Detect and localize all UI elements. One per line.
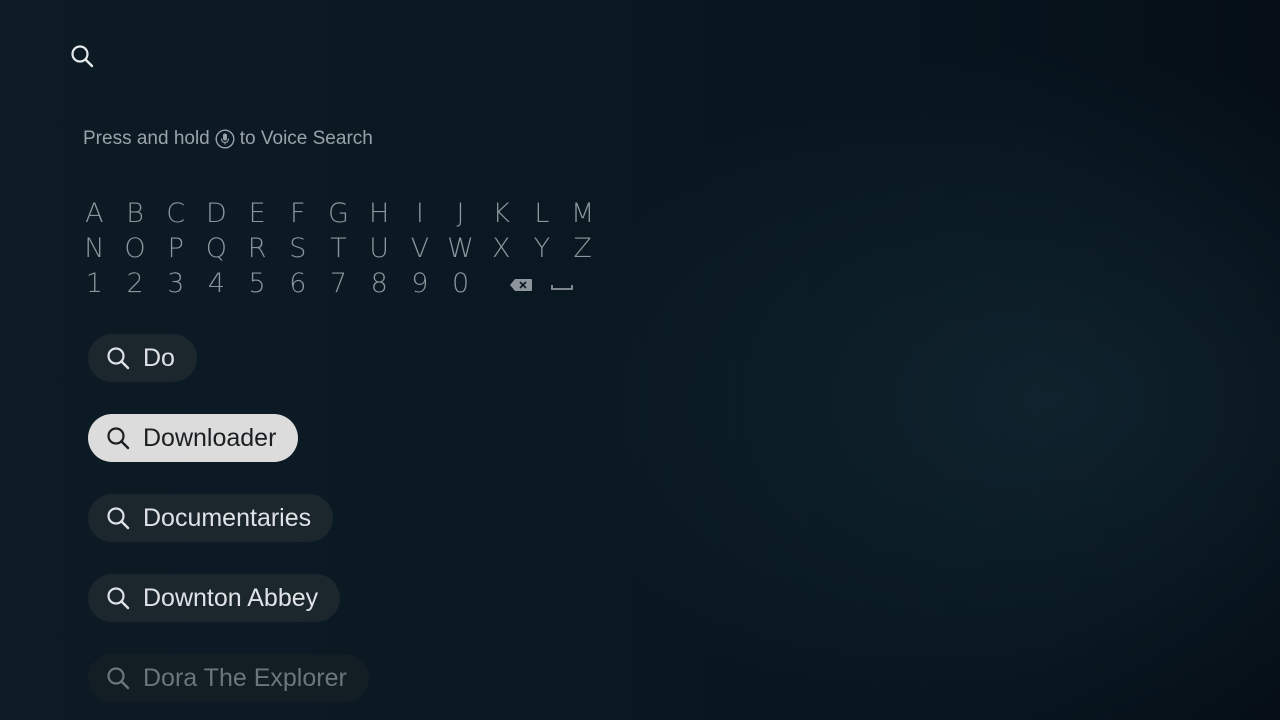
key-v[interactable]: V <box>400 233 441 264</box>
key-b[interactable]: B <box>115 198 156 229</box>
voice-search-hint: Press and hold to Voice Search <box>83 128 373 150</box>
key-s[interactable]: S <box>277 233 318 264</box>
key-7[interactable]: 7 <box>318 268 359 299</box>
key-q[interactable]: Q <box>196 233 237 264</box>
key-1[interactable]: 1 <box>74 268 115 299</box>
keyboard-row-1: ABCDEFGHIJKLM <box>74 196 603 231</box>
key-d[interactable]: D <box>196 198 237 229</box>
voice-hint-text-after: to Voice Search <box>239 128 373 149</box>
key-j[interactable]: J <box>440 198 481 229</box>
key-z[interactable]: Z <box>562 233 603 264</box>
key-8[interactable]: 8 <box>359 268 400 299</box>
search-icon <box>104 344 132 372</box>
key-w[interactable]: W <box>440 233 481 264</box>
search-icon <box>104 504 132 532</box>
key-r[interactable]: R <box>237 233 278 264</box>
key-c[interactable]: C <box>155 198 196 229</box>
suggestion-label: Dora The Explorer <box>143 663 347 692</box>
key-5[interactable]: 5 <box>237 268 278 299</box>
search-icon <box>104 584 132 612</box>
microphone-icon <box>215 129 235 149</box>
on-screen-keyboard: ABCDEFGHIJKLM NOPQRSTUVWXYZ 1234567890 <box>74 196 603 301</box>
key-l[interactable]: L <box>522 198 563 229</box>
suggestion-item[interactable]: Do <box>88 334 197 382</box>
key-2[interactable]: 2 <box>115 268 156 299</box>
key-9[interactable]: 9 <box>400 268 441 299</box>
keyboard-row-2: NOPQRSTUVWXYZ <box>74 231 603 266</box>
suggestion-label: Downloader <box>143 423 277 452</box>
key-e[interactable]: E <box>237 198 278 229</box>
key-3[interactable]: 3 <box>155 268 196 299</box>
key-6[interactable]: 6 <box>277 268 318 299</box>
suggestion-item[interactable]: Downton Abbey <box>88 574 341 622</box>
key-0[interactable]: 0 <box>440 268 481 299</box>
suggestion-label: Downton Abbey <box>143 583 319 612</box>
space-key[interactable] <box>542 268 583 299</box>
backspace-key[interactable] <box>501 268 542 299</box>
space-icon <box>550 268 574 299</box>
suggestion-label: Do <box>143 343 175 372</box>
suggestion-item[interactable]: Documentaries <box>88 494 334 542</box>
search-icon[interactable] <box>68 42 96 70</box>
key-u[interactable]: U <box>359 233 400 264</box>
key-k[interactable]: K <box>481 198 522 229</box>
search-icon <box>104 664 132 692</box>
key-4[interactable]: 4 <box>196 268 237 299</box>
key-g[interactable]: G <box>318 198 359 229</box>
suggestion-item-faded[interactable]: Dora The Explorer <box>88 654 369 702</box>
key-f[interactable]: F <box>277 198 318 229</box>
suggestion-item-selected[interactable]: Downloader <box>88 414 299 462</box>
key-p[interactable]: P <box>155 233 196 264</box>
keyboard-row-3: 1234567890 <box>74 266 603 301</box>
key-t[interactable]: T <box>318 233 359 264</box>
search-icon <box>104 424 132 452</box>
key-m[interactable]: M <box>562 198 603 229</box>
key-i[interactable]: I <box>400 198 441 229</box>
suggestion-label: Documentaries <box>143 503 312 532</box>
key-n[interactable]: N <box>74 233 115 264</box>
backspace-icon <box>509 268 533 299</box>
key-o[interactable]: O <box>115 233 156 264</box>
key-x[interactable]: X <box>481 233 522 264</box>
key-a[interactable]: A <box>74 198 115 229</box>
voice-hint-text-before: Press and hold <box>83 128 210 149</box>
key-y[interactable]: Y <box>522 233 563 264</box>
key-h[interactable]: H <box>359 198 400 229</box>
